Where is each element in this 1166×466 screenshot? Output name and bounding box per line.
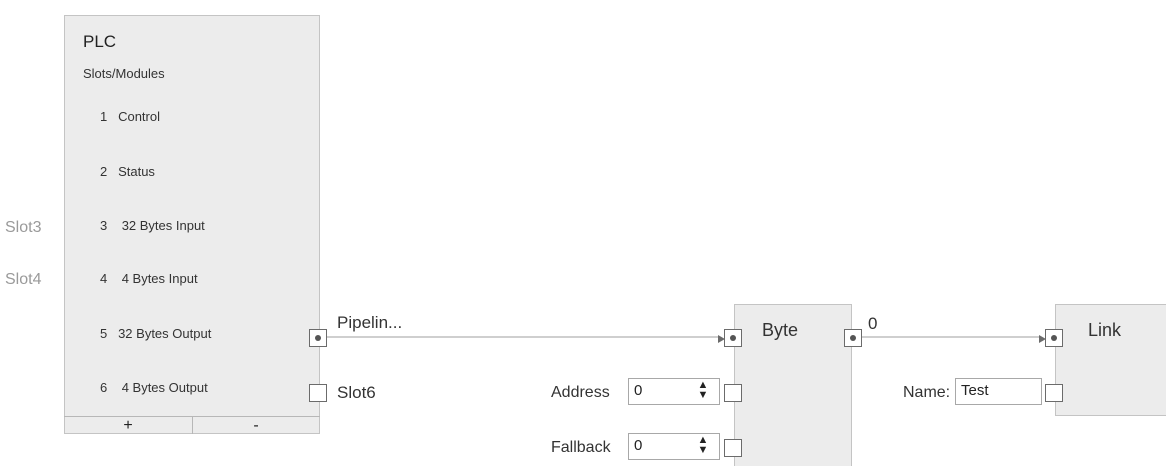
slot-label: 32 Bytes Input bbox=[121, 218, 205, 233]
slot4-label: Slot4 bbox=[5, 271, 42, 288]
slot3-label: Slot3 bbox=[5, 219, 42, 236]
byte-output-value: 0 bbox=[868, 314, 878, 333]
plc-slot-row[interactable]: 2 Status bbox=[100, 164, 155, 179]
slot-number: 6 bbox=[100, 380, 108, 395]
address-spinner-down-icon[interactable]: ▼ bbox=[697, 390, 709, 401]
remove-slot-button[interactable]: - bbox=[193, 417, 319, 434]
slot-number: 4 bbox=[100, 271, 108, 286]
slot6-output-label: Slot6 bbox=[337, 383, 376, 402]
byte-output-port-icon[interactable] bbox=[844, 329, 862, 347]
slot-label: Status bbox=[118, 164, 155, 179]
slot-label: Control bbox=[118, 109, 160, 124]
slot-number: 5 bbox=[100, 326, 108, 341]
byte-block-title: Byte bbox=[762, 320, 799, 340]
fallback-label: Fallback bbox=[551, 439, 611, 456]
slot-number: 2 bbox=[100, 164, 108, 179]
plc-slot-row[interactable]: 4 4 Bytes Input bbox=[100, 271, 198, 286]
name-label: Name: bbox=[903, 384, 951, 401]
slot-label: 4 Bytes Output bbox=[121, 380, 208, 395]
link-input-port-icon[interactable] bbox=[1039, 329, 1063, 347]
fallback-input-port-icon[interactable] bbox=[724, 439, 742, 457]
plc-slot-row[interactable]: 6 4 Bytes Output bbox=[100, 380, 208, 395]
address-label: Address bbox=[551, 384, 610, 401]
address-input-port-icon[interactable] bbox=[724, 384, 742, 402]
slot6-output-port-icon[interactable] bbox=[309, 384, 327, 402]
plc-title: PLC bbox=[83, 32, 117, 51]
slot-number: 3 bbox=[100, 218, 108, 233]
plc-subtitle: Slots/Modules bbox=[83, 66, 165, 81]
pipeline-output-label: Pipelin... bbox=[337, 313, 403, 332]
name-field[interactable]: Test bbox=[955, 378, 1042, 405]
slot-label: 32 Bytes Output bbox=[118, 326, 212, 341]
add-slot-button[interactable]: + bbox=[64, 417, 193, 434]
connection-wire[interactable] bbox=[327, 336, 719, 338]
plc-slot-row[interactable]: 5 32 Bytes Output bbox=[100, 326, 211, 341]
link-block-title: Link bbox=[1088, 320, 1122, 340]
fallback-spinner-down-icon[interactable]: ▼ bbox=[697, 445, 709, 456]
connection-wire[interactable] bbox=[862, 336, 1039, 338]
plc-slot-row[interactable]: 3 32 Bytes Input bbox=[100, 218, 205, 233]
byte-input-port-icon[interactable] bbox=[718, 329, 742, 347]
pipeline-output-port-icon[interactable] bbox=[309, 329, 327, 347]
slot-label: 4 Bytes Input bbox=[121, 271, 198, 286]
plc-slot-row[interactable]: 1 Control bbox=[100, 109, 160, 124]
name-input-port-icon[interactable] bbox=[1045, 384, 1063, 402]
slot-number: 1 bbox=[100, 109, 108, 124]
